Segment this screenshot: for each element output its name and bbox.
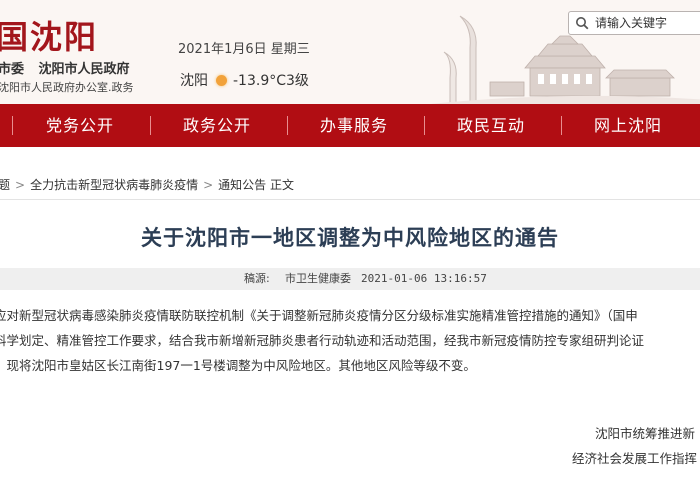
breadcrumb-item[interactable]: 通知公告 [218,178,266,192]
article-title: 关于沈阳市一地区调整为中风险地区的通告 [141,226,559,250]
nav-separator [150,116,151,135]
breadcrumb: 题 > 全力抗击新型冠状病毒肺炎疫情 > 通知公告 正文 [0,176,294,193]
org-name-government: 沈阳市人民政府 [38,62,130,77]
site-header: 国沈阳 市委 沈阳市人民政府 沈阳市人民政府办公室.政务 2021年1月6日 星… [0,0,700,104]
breadcrumb-item[interactable]: 题 [0,178,10,192]
publish-time: 2021-01-06 13:16:57 [361,272,487,285]
main-nav: 党务公开 政务公开 办事服务 政民互动 网上沈阳 [0,104,700,147]
breadcrumb-item[interactable]: 全力抗击新型冠状病毒肺炎疫情 [30,178,198,192]
current-date: 2021年1月6日 星期三 [178,42,310,57]
nav-separator [424,116,425,135]
search-icon[interactable] [575,16,589,30]
nav-item-government-affairs[interactable]: 政务公开 [183,104,251,147]
nav-separator [561,116,562,135]
org-names: 市委 沈阳市人民政府 [0,58,140,77]
nav-item-interaction[interactable]: 政民互动 [457,104,525,147]
search-input[interactable] [593,15,697,31]
nav-separator [12,116,13,135]
article-paragraph-line: ，现将沈阳市皇姑区长江南街197一1号楼调整为中风险地区。其他地区风险等级不变。 [0,358,476,373]
nav-item-party-affairs[interactable]: 党务公开 [46,104,114,147]
site-title[interactable]: 国沈阳 [0,12,98,58]
article-paragraph-line: 科学划定、精准管控工作要求，结合我市新增新冠肺炎患者行动轨迹和活动范围，经我市新… [0,333,645,348]
breadcrumb-separator: > [203,178,214,192]
nav-item-services[interactable]: 办事服务 [320,104,388,147]
signature-line: 沈阳市统筹推进新 [595,426,696,441]
source-label: 稿源: [244,272,270,285]
divider [0,199,700,200]
breadcrumb-separator: > [15,178,26,192]
weather-city: 沈阳 [180,73,208,89]
article-meta: 稿源: 市卫生健康委 2021-01-06 13:16:57 [0,268,700,290]
search-box[interactable] [568,11,700,35]
nav-item-online-shenyang[interactable]: 网上沈阳 [594,104,662,147]
source-name: 市卫生健康委 [285,272,351,285]
sun-icon [216,74,227,86]
nav-separator [287,116,288,135]
weather-widget: 沈阳 -13.9°C3级 [180,70,309,90]
article-paragraph-line: 应对新型冠状病毒感染肺炎疫情联防联控机制《关于调整新冠肺炎疫情分区分级标准实施精… [0,308,638,323]
org-name-party: 市委 [0,62,25,77]
signature-line: 经济社会发展工作指挥 [572,451,698,466]
office-name: 沈阳市人民政府办公室.政务 [0,81,134,94]
breadcrumb-current: 正文 [270,178,295,192]
weather-temperature: -13.9°C3级 [233,73,309,89]
